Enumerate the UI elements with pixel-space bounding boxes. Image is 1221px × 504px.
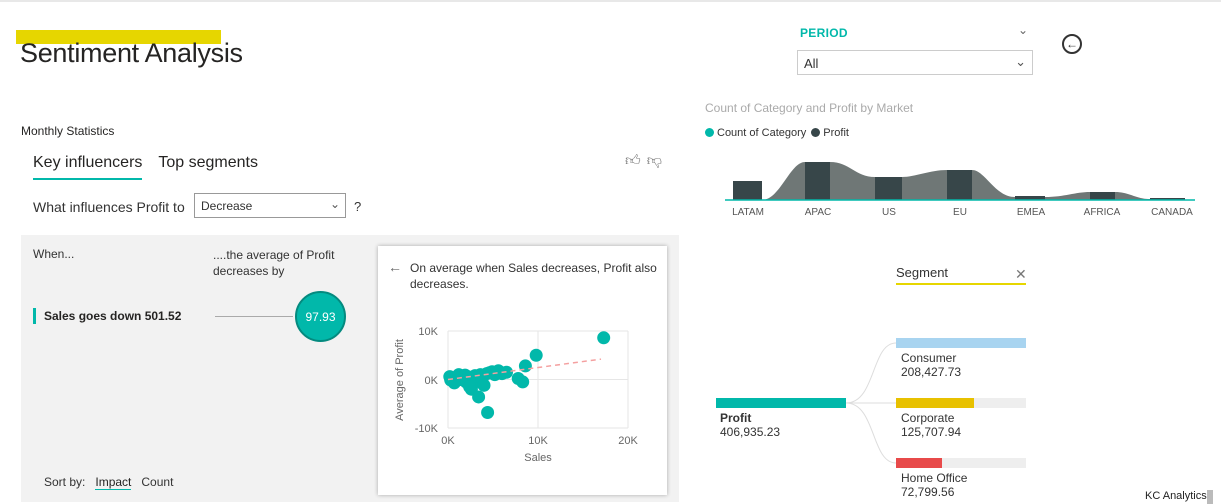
chevron-down-icon: ⌄ xyxy=(1015,54,1026,69)
ribbon-segment xyxy=(947,170,972,200)
ribbon-chart: LATAM APAC US EU EMEA AFRICA CANADA xyxy=(725,162,1195,218)
influencer-connector xyxy=(215,316,293,317)
node-label: Consumer xyxy=(901,351,957,365)
market-label: LATAM xyxy=(732,207,764,218)
tab-top-segments[interactable]: Top segments xyxy=(158,154,258,180)
x-tick-label: 0K xyxy=(441,435,455,447)
root-value: 406,935.23 xyxy=(720,425,781,439)
ribbon-segment xyxy=(875,177,902,200)
market-label: CANADA xyxy=(1151,207,1193,218)
x-tick-label: 20K xyxy=(618,435,638,447)
legend-label: Count of Category xyxy=(717,127,807,139)
scatter-point[interactable] xyxy=(529,348,543,362)
x-axis-label: Sales xyxy=(524,452,552,464)
ribbon-segment xyxy=(1090,192,1115,200)
brand-label: KC Analytics xyxy=(1145,490,1207,502)
scatter-point[interactable] xyxy=(477,378,491,392)
ribbon-title: Count of Category and Profit by Market xyxy=(705,101,914,115)
node-bar-fill xyxy=(896,398,974,408)
legend-label: Profit xyxy=(823,127,849,139)
period-label: PERIOD xyxy=(800,26,848,40)
sort-by-label: Sort by: xyxy=(44,475,86,489)
sort-impact[interactable]: Impact xyxy=(95,475,132,490)
help-mark[interactable]: ? xyxy=(354,199,361,214)
legend-dot xyxy=(811,128,821,137)
legend-item: Profit xyxy=(811,127,849,139)
feedback-buttons: 👍︎ 👎︎ xyxy=(625,152,662,170)
ribbon-legend: Count of Category Profit xyxy=(705,127,849,139)
thumbs-down-icon[interactable]: 👎︎ xyxy=(647,152,662,170)
y-axis-label: Average of Profit xyxy=(394,339,406,421)
segment-header[interactable]: Segment xyxy=(896,265,1026,285)
node-value: 125,707.94 xyxy=(901,425,962,439)
influencer-tabs: Key influencers Top segments xyxy=(33,154,258,180)
node-label: Corporate xyxy=(901,411,955,425)
influencer-detail-card: ← On average when Sales decreases, Profi… xyxy=(378,246,667,495)
question-prefix: What influences Profit to xyxy=(33,199,185,215)
market-label: EU xyxy=(953,207,967,218)
tab-key-influencers[interactable]: Key influencers xyxy=(33,154,143,180)
influencer-value-bubble: 97.93 xyxy=(295,291,346,342)
report-page: Sentiment Analysis Monthly Statistics Ke… xyxy=(0,0,1221,504)
scatter-point[interactable] xyxy=(597,331,611,345)
y-tick-label: 0K xyxy=(425,375,439,387)
period-slicer[interactable]: All ⌄ xyxy=(797,50,1033,75)
when-label: When... xyxy=(33,247,75,261)
scatter-point[interactable] xyxy=(458,368,472,382)
scatter-chart: 10K 0K -10K 0K 10K 20K Sales Average of … xyxy=(394,326,638,464)
section-label: Monthly Statistics xyxy=(21,124,115,138)
x-tick-label: 10K xyxy=(528,435,548,447)
node-value: 72,799.56 xyxy=(901,485,955,499)
market-label: EMEA xyxy=(1017,207,1046,218)
scrollbar-thumb[interactable] xyxy=(1207,490,1213,504)
outcome-dropdown-value: Decrease xyxy=(201,199,253,213)
market-label: APAC xyxy=(805,207,832,218)
close-icon[interactable]: ✕ xyxy=(1015,266,1027,283)
chevron-down-icon: ⌄ xyxy=(329,197,340,211)
legend-item: Count of Category xyxy=(705,127,806,139)
decomp-connectors xyxy=(846,342,897,464)
node-bar-track[interactable] xyxy=(896,398,1026,408)
node-bar-fill xyxy=(896,458,942,468)
node-bar-fill xyxy=(896,338,1026,348)
page-title: Sentiment Analysis xyxy=(20,38,243,68)
node-bar-track[interactable] xyxy=(896,458,1026,468)
scatter-point[interactable] xyxy=(516,375,530,389)
market-label: US xyxy=(882,207,896,218)
scatter-point[interactable] xyxy=(463,380,477,394)
root-label: Profit xyxy=(720,411,752,425)
average-label: ....the average of Profit decreases by xyxy=(213,248,335,278)
y-tick-label: -10K xyxy=(415,423,439,435)
root-bar[interactable] xyxy=(716,398,846,408)
scatter-point[interactable] xyxy=(472,390,486,404)
connector-line xyxy=(846,402,897,464)
legend-dot xyxy=(705,128,714,137)
market-label: AFRICA xyxy=(1084,207,1121,218)
scatter-point[interactable] xyxy=(481,405,495,419)
node-value: 208,427.73 xyxy=(901,365,962,379)
y-tick-label: 10K xyxy=(418,326,438,338)
ribbon-segment xyxy=(733,181,762,200)
connector-line xyxy=(846,342,897,404)
node-label: Home Office xyxy=(901,471,968,485)
thumbs-up-icon[interactable]: 👍︎ xyxy=(625,152,641,170)
ribbon-segment xyxy=(805,162,830,200)
chevron-down-icon[interactable]: ⌄ xyxy=(1018,23,1028,37)
node-bar-track[interactable] xyxy=(896,338,1026,348)
back-button-icon[interactable]: ← xyxy=(1062,34,1082,54)
sort-count[interactable]: Count xyxy=(141,475,173,490)
period-value: All xyxy=(804,56,819,71)
influencer-item[interactable]: Sales goes down 501.52 xyxy=(33,308,181,324)
outcome-dropdown[interactable]: Decrease ⌄ xyxy=(194,193,346,218)
sort-by: Sort by: Impact Count xyxy=(44,475,173,490)
